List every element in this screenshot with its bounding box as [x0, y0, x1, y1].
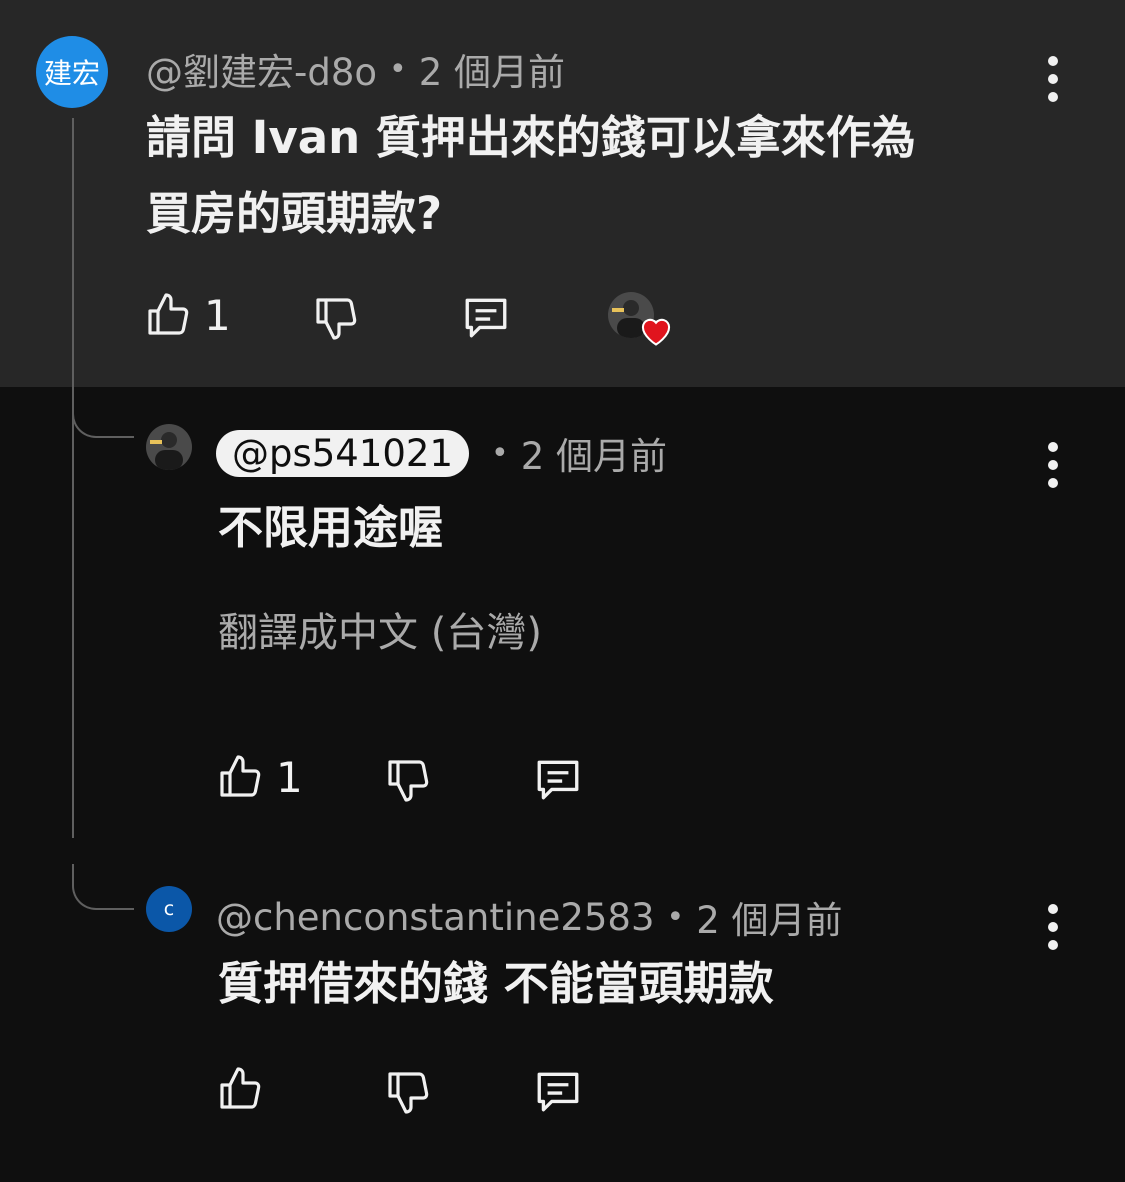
thread-branch: [72, 392, 134, 438]
more-vert-icon[interactable]: [1046, 442, 1060, 488]
thumb-down-icon: [316, 298, 357, 340]
thumb-down-icon: [388, 760, 429, 802]
avatar[interactable]: 建宏: [36, 36, 108, 108]
separator-dot: •: [666, 899, 685, 935]
comment-text: 請問 Ivan 質押出來的錢可以拿來作為 買房的頭期款?: [146, 111, 916, 240]
more-vert-icon[interactable]: [1046, 904, 1060, 950]
reply-button[interactable]: [460, 292, 512, 342]
dislike-button[interactable]: [384, 1068, 432, 1116]
comment-author[interactable]: @劉建宏-d8o: [146, 42, 377, 96]
thumb-up-icon: [220, 1067, 261, 1109]
comment-time[interactable]: 2 個月前: [419, 42, 565, 96]
separator-dot: •: [389, 51, 407, 87]
reply-button[interactable]: [532, 1066, 584, 1116]
like-button[interactable]: 1: [216, 752, 303, 802]
creator-heart-icon: [641, 318, 671, 346]
thread-line: [72, 118, 74, 838]
reply-icon: [537, 1072, 579, 1112]
creator-heart: [608, 292, 674, 350]
reply-button[interactable]: [532, 754, 584, 804]
avatar[interactable]: c: [146, 886, 192, 932]
thumb-down-icon: [388, 1072, 429, 1114]
like-button[interactable]: [216, 1064, 276, 1114]
reply-author[interactable]: @ps541021: [216, 429, 470, 477]
translate-link[interactable]: 翻譯成中文 (台灣): [218, 600, 542, 658]
reply-icon: [465, 298, 507, 338]
reply-meta: @ps541021 • 2 個月前: [216, 426, 667, 480]
reply-icon: [537, 760, 579, 800]
like-count: 1: [276, 752, 303, 802]
like-button[interactable]: 1: [144, 290, 231, 340]
dislike-button[interactable]: [384, 756, 432, 804]
more-vert-icon[interactable]: [1046, 56, 1060, 102]
reply-meta: @chenconstantine2583 • 2 個月前: [216, 890, 843, 944]
comment-meta: @劉建宏-d8o • 2 個月前: [146, 42, 565, 96]
thumb-up-icon: [148, 293, 189, 335]
thumb-up-icon: [220, 755, 261, 797]
thread-branch: [72, 864, 134, 910]
reply-author[interactable]: @chenconstantine2583: [216, 896, 655, 939]
like-count: 1: [204, 290, 231, 340]
reply-time[interactable]: 2 個月前: [696, 890, 842, 944]
reply-text: 質押借來的錢 不能當頭期款: [218, 957, 774, 1010]
channel-avatar-icon: [150, 432, 183, 470]
reply-text: 不限用途喔: [218, 501, 444, 554]
dislike-button[interactable]: [312, 294, 360, 342]
reply-time[interactable]: 2 個月前: [521, 426, 667, 480]
separator-dot: •: [491, 435, 509, 471]
avatar[interactable]: [146, 424, 192, 470]
